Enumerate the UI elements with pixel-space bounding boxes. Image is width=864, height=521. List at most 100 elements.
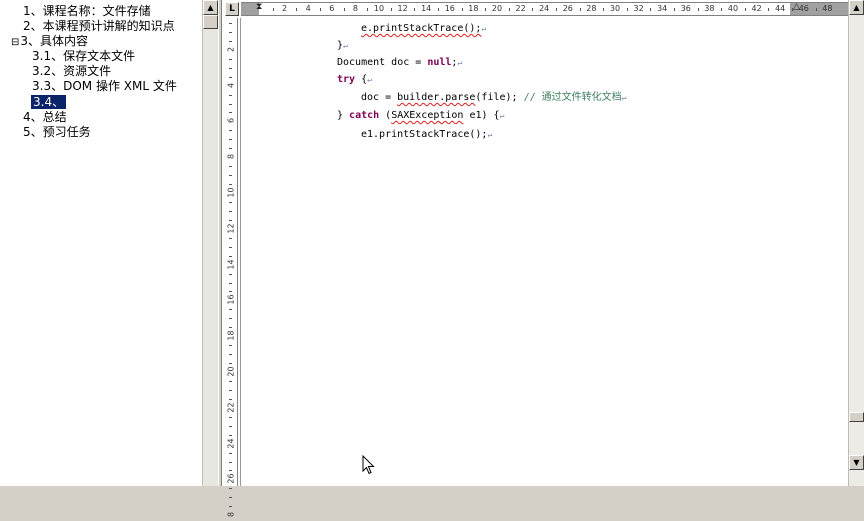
scrollbar-thumb[interactable]: [849, 412, 864, 422]
outline-item-3-4[interactable]: 3.4、: [31, 95, 67, 109]
ruler-tick: [229, 58, 232, 60]
ruler-label: 32: [633, 4, 644, 13]
ruler-label: 8: [352, 4, 358, 13]
scroll-up-arrow-icon[interactable]: ▲: [849, 0, 864, 15]
code-comment: // 通过文件转化文档: [523, 92, 622, 103]
outline-item-3-3[interactable]: 3.3、DOM 操作 XML 文件: [32, 79, 177, 93]
indent-marker-icon[interactable]: ⧗: [256, 2, 262, 12]
paragraph-mark-icon: ↵: [457, 58, 463, 67]
ruler-tick: [229, 103, 232, 105]
code-line-2[interactable]: }↵: [337, 39, 348, 52]
ruler-tick: [229, 237, 232, 239]
ruler-label: 46: [798, 4, 809, 13]
document-outline-pane: 1、课程名称：文件存储 2、本课程预计讲解的知识点 ⊟3、具体内容 3.1、保存…: [0, 0, 202, 486]
ruler-tick: [815, 8, 817, 11]
ruler-label: 4: [226, 82, 236, 88]
ruler-label: 38: [704, 4, 715, 13]
scroll-up-arrow-icon[interactable]: ▲: [203, 0, 218, 15]
ruler-tick: [229, 363, 232, 365]
horizontal-ruler[interactable]: ⧗ △ 2 4 6 8 10 12 14 16 18 20 22 24 26 28 30 32 34 36 38 40…: [241, 2, 848, 16]
code-keyword: try: [337, 74, 356, 85]
outline-scrollbar[interactable]: ▲: [202, 0, 219, 486]
ruler-tick: [792, 8, 793, 11]
ruler-tick: [229, 273, 232, 275]
code-text: (file);: [475, 92, 524, 103]
page-edge: [240, 18, 241, 486]
ruler-tick: [229, 488, 232, 490]
ruler-tick: [229, 291, 232, 293]
ruler-tick: [229, 184, 232, 186]
outline-item-label: 3.2、资源文件: [32, 64, 112, 78]
code-line-5[interactable]: doc = builder.parse(file); // 通过文件转化文档↵: [361, 91, 626, 104]
ruler-tick: [744, 8, 746, 11]
outline-item-label: 5、预习任务: [23, 125, 91, 139]
ruler-tick: [229, 148, 232, 150]
ruler-tick: [367, 8, 369, 11]
outline-item-5[interactable]: 5、预习任务: [23, 125, 91, 139]
code-line-6[interactable]: } catch (SAXException e1) {↵: [337, 109, 504, 122]
ruler-tick: [229, 506, 232, 508]
code-line-7[interactable]: e1.printStackTrace();↵: [361, 128, 492, 141]
outline-item-2[interactable]: 2、本课程预计讲解的知识点: [23, 19, 175, 33]
paragraph-mark-icon: ↵: [621, 93, 627, 102]
ruler-tick: [320, 8, 321, 11]
collapse-icon[interactable]: ⊟: [11, 37, 19, 48]
code-text: (: [379, 110, 392, 121]
code-line-4[interactable]: try {↵: [337, 73, 372, 86]
ruler-tick: [229, 497, 232, 499]
document-vertical-scrollbar[interactable]: ▲ ▼: [848, 0, 864, 486]
ruler-label: 14: [421, 4, 432, 13]
ruler-tick: [414, 8, 416, 11]
ruler-tick: [229, 139, 232, 141]
ruler-tick: [229, 112, 232, 114]
ruler-tick: [485, 8, 487, 11]
ruler-label: 30: [609, 4, 621, 13]
ruler-label: 26: [226, 473, 236, 484]
ruler-tick: [508, 8, 510, 11]
code-text: }: [337, 110, 350, 121]
ruler-label: 4: [305, 4, 311, 13]
ruler-tick: [229, 201, 232, 203]
scrollbar-thumb[interactable]: [203, 15, 218, 29]
code-line-3[interactable]: Document doc = null;↵: [337, 56, 462, 69]
ruler-label: 12: [226, 223, 236, 234]
ruler-label: 16: [226, 294, 236, 305]
ruler-tick: [229, 130, 232, 132]
outline-item-3[interactable]: ⊟3、具体内容: [11, 34, 88, 50]
ruler-tick: [579, 8, 581, 11]
ruler-tick: [229, 255, 232, 257]
outline-item-3-1[interactable]: 3.1、保存文本文件: [32, 49, 135, 63]
vertical-ruler[interactable]: 2 4 6 8 10 12 14 16 18 20 22 24 26 8: [223, 18, 238, 517]
code-keyword: null: [427, 57, 452, 68]
ruler-tick: [272, 8, 274, 11]
outline-item-label: 3.3、DOM 操作 XML 文件: [32, 79, 177, 93]
outline-item-3-2[interactable]: 3.2、资源文件: [32, 64, 111, 78]
ruler-tick: [229, 380, 232, 382]
outline-item-4[interactable]: 4、总结: [23, 110, 67, 124]
scroll-down-arrow-icon[interactable]: ▼: [849, 455, 864, 470]
code-line-1[interactable]: e.printStackTrace();↵: [361, 22, 486, 35]
code-text: e.printStackTrace();: [361, 23, 482, 34]
outline-item-label: 2、本课程预计讲解的知识点: [23, 19, 175, 33]
code-text: {: [355, 74, 368, 85]
code-text: SAXException: [391, 110, 464, 121]
ruler-tick: [229, 175, 232, 177]
paragraph-mark-icon: ↵: [481, 24, 487, 33]
ruler-label: 8: [226, 512, 236, 518]
code-text: doc =: [361, 92, 398, 103]
ruler-label: 26: [562, 4, 573, 13]
ruler-tick: [229, 425, 232, 427]
ruler-label: 48: [822, 4, 833, 13]
ruler-label: 36: [680, 4, 691, 13]
code-text: e1) {: [463, 110, 500, 121]
ruler-tick: [229, 282, 232, 284]
ruler-tick: [229, 31, 232, 33]
tab-stop-selector[interactable]: L: [225, 2, 239, 16]
ruler-tick: [229, 345, 232, 347]
ruler-label: 18: [468, 4, 479, 13]
ruler-tick: [674, 8, 675, 11]
document-area[interactable]: [222, 0, 848, 486]
outline-item-1[interactable]: 1、课程名称：文件存储: [23, 4, 151, 18]
ruler-label: 2: [226, 46, 236, 52]
code-text: builder.parse: [397, 92, 476, 103]
